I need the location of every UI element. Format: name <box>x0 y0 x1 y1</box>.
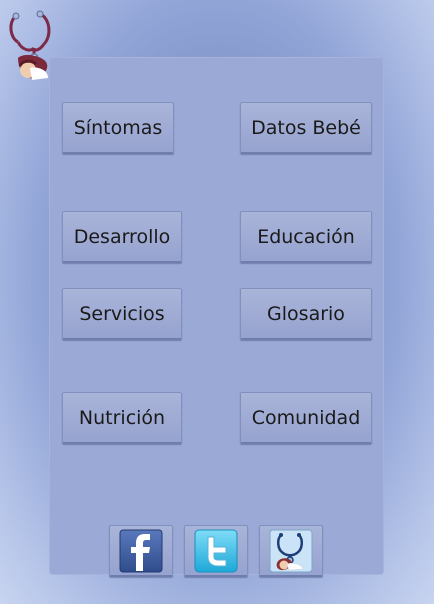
glosario-button[interactable]: Glosario <box>240 288 372 340</box>
comunidad-button[interactable]: Comunidad <box>240 392 372 444</box>
educacion-button[interactable]: Educación <box>240 211 372 263</box>
nutricion-button[interactable]: Nutrición <box>62 392 182 444</box>
twitter-icon <box>194 529 238 572</box>
desarrollo-button[interactable]: Desarrollo <box>62 211 182 263</box>
app-share-button[interactable] <box>259 525 323 577</box>
servicios-button[interactable]: Servicios <box>62 288 182 340</box>
facebook-button[interactable] <box>109 525 173 577</box>
facebook-icon <box>119 529 163 572</box>
datos-bebe-button[interactable]: Datos Bebé <box>240 102 372 154</box>
twitter-button[interactable] <box>184 525 248 577</box>
sintomas-button[interactable]: Síntomas <box>62 102 174 154</box>
stethoscope-baby-icon <box>269 529 313 572</box>
